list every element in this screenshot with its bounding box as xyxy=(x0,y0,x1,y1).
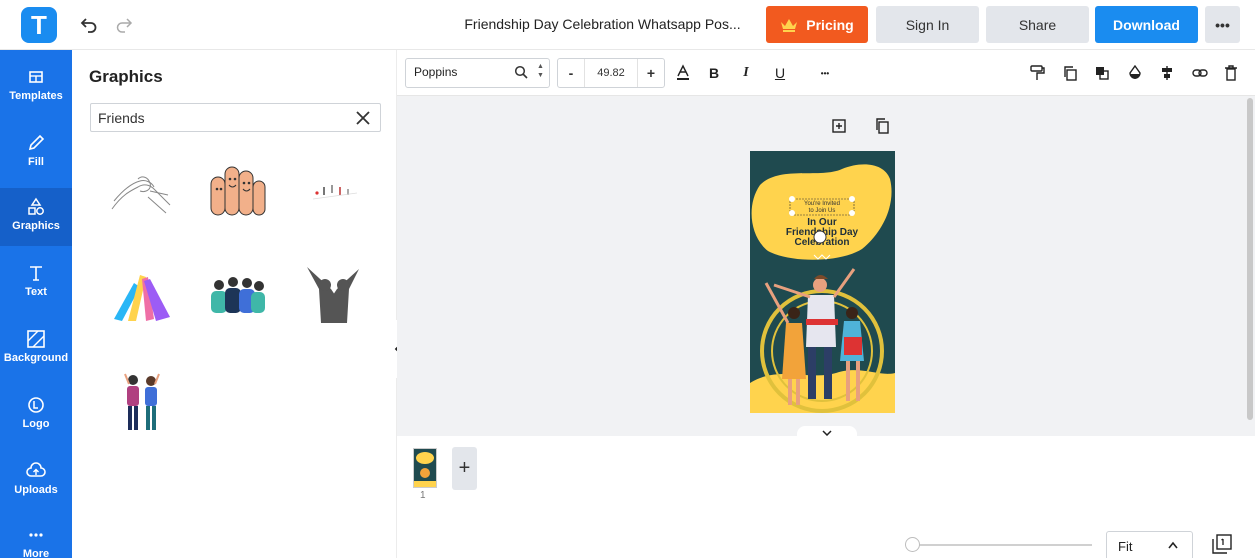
sidebar-item-templates[interactable]: Templates xyxy=(0,58,72,116)
templates-icon xyxy=(29,71,43,83)
tiny-figures-illustration xyxy=(312,185,358,200)
app-logo[interactable]: T xyxy=(21,7,57,43)
high-five-hands-illustration xyxy=(114,275,170,321)
sidebar-label: More xyxy=(22,548,50,558)
sidebar-item-more[interactable]: More xyxy=(0,516,72,558)
undo-icon[interactable] xyxy=(77,13,101,37)
invite-line2: to Join Us xyxy=(809,208,836,214)
pricing-label: Pricing xyxy=(806,16,854,33)
layer-order-icon[interactable] xyxy=(1091,62,1113,84)
add-element-icon[interactable] xyxy=(829,116,849,136)
more-dots-icon xyxy=(29,533,43,537)
zoom-slider-track[interactable] xyxy=(910,544,1092,546)
redo-icon[interactable] xyxy=(112,13,136,37)
sidebar-item-text[interactable]: Text xyxy=(0,254,72,312)
zoom-fit-select[interactable]: Fit xyxy=(1106,531,1193,558)
text-color-icon[interactable] xyxy=(672,62,694,84)
finger-faces-illustration xyxy=(210,166,266,216)
sidebar-item-uploads[interactable]: Uploads xyxy=(0,452,72,510)
search-icon xyxy=(514,65,528,79)
graphic-thumb[interactable] xyxy=(298,158,368,224)
logo-icon xyxy=(28,397,44,413)
poster-artwork: You're Invited to Join Us In Our Friends… xyxy=(750,151,895,413)
increase-size-button[interactable]: + xyxy=(638,59,664,87)
graphic-thumb[interactable] xyxy=(202,158,272,224)
download-button[interactable]: Download xyxy=(1095,6,1198,43)
decrease-size-button[interactable]: - xyxy=(558,59,584,87)
font-family-select[interactable]: Poppins ▲ ▼ xyxy=(405,58,550,88)
opacity-icon[interactable] xyxy=(1124,62,1146,84)
italic-button[interactable]: I xyxy=(735,62,757,84)
text-icon xyxy=(30,266,42,281)
page-manager-icon[interactable] xyxy=(1212,534,1234,556)
chevron-up-icon xyxy=(1168,541,1178,549)
zoom-slider-handle[interactable] xyxy=(905,537,920,552)
cheering-silhouette-illustration xyxy=(307,267,359,323)
app-window: T Friendship Day Celebration Whatsapp Po… xyxy=(0,0,1255,558)
sidebar-item-graphics[interactable]: Graphics xyxy=(0,188,72,246)
graphics-panel: Graphics xyxy=(72,50,397,558)
font-family-value: Poppins xyxy=(414,65,458,79)
two-friends-illustration xyxy=(124,373,160,430)
duplicate-icon[interactable] xyxy=(1059,62,1081,84)
spinner-arrows-icon[interactable]: ▲ ▼ xyxy=(537,62,544,80)
delete-icon[interactable] xyxy=(1220,62,1242,84)
invite-line1: You're Invited xyxy=(804,201,840,207)
pricing-button[interactable]: Pricing xyxy=(766,6,868,43)
top-bar: T Friendship Day Celebration Whatsapp Po… xyxy=(0,0,1255,50)
underline-button[interactable]: U xyxy=(769,62,791,84)
sidebar-label: Uploads xyxy=(14,484,58,496)
background-icon xyxy=(27,330,45,348)
close-icon[interactable] xyxy=(355,110,371,126)
more-text-options-button[interactable]: ••• xyxy=(814,62,836,84)
sidebar-label: Fill xyxy=(28,156,44,168)
sidebar-item-background[interactable]: Background xyxy=(0,320,72,378)
vertical-scrollbar[interactable] xyxy=(1247,98,1253,420)
document-title[interactable]: Friendship Day Celebration Whatsapp Pos.… xyxy=(455,16,750,32)
sidebar-label: Templates xyxy=(9,90,63,102)
search-input[interactable] xyxy=(98,108,348,128)
pencil-icon xyxy=(28,134,45,151)
design-artboard[interactable]: You're Invited to Join Us In Our Friends… xyxy=(750,151,895,413)
left-sidebar: Templates Fill Graphics Text Background … xyxy=(0,50,72,558)
group-hug-illustration xyxy=(211,277,265,313)
align-center-icon[interactable] xyxy=(1156,62,1178,84)
zoom-fit-value: Fit xyxy=(1118,539,1133,554)
text-toolbar: Poppins ▲ ▼ - 49.82 + B I U ••• xyxy=(397,50,1255,96)
sidebar-item-fill[interactable]: Fill xyxy=(0,124,72,182)
sidebar-label: Logo xyxy=(22,418,50,430)
graphics-search xyxy=(90,103,381,132)
graphic-thumb[interactable] xyxy=(107,368,177,434)
font-size-stepper: - 49.82 + xyxy=(557,58,665,88)
sidebar-label: Text xyxy=(25,286,47,298)
page-number: 1 xyxy=(420,490,426,501)
font-size-value[interactable]: 49.82 xyxy=(584,59,638,87)
sidebar-label: Background xyxy=(3,352,69,364)
sign-in-button[interactable]: Sign In xyxy=(876,6,979,43)
link-icon[interactable] xyxy=(1189,62,1211,84)
shapes-icon xyxy=(28,197,44,215)
sidebar-item-logo[interactable]: Logo xyxy=(0,386,72,444)
crown-icon xyxy=(781,18,798,32)
copy-page-icon[interactable] xyxy=(872,116,892,136)
graphic-thumb[interactable] xyxy=(107,262,177,328)
more-options-button[interactable]: ••• xyxy=(1205,6,1240,43)
graphic-thumb[interactable] xyxy=(298,262,368,328)
pinky-promise-illustration xyxy=(111,176,171,214)
share-button[interactable]: Share xyxy=(986,6,1089,43)
bold-button[interactable]: B xyxy=(703,62,725,84)
add-page-button[interactable]: + xyxy=(452,447,477,490)
graphic-thumb[interactable] xyxy=(202,262,272,328)
page-thumbnail[interactable] xyxy=(413,448,437,488)
paint-roller-icon[interactable] xyxy=(1026,62,1048,84)
graphic-thumb[interactable] xyxy=(107,158,177,224)
panel-title: Graphics xyxy=(89,67,163,86)
upload-cloud-icon xyxy=(26,462,46,477)
sidebar-label: Graphics xyxy=(12,220,60,232)
